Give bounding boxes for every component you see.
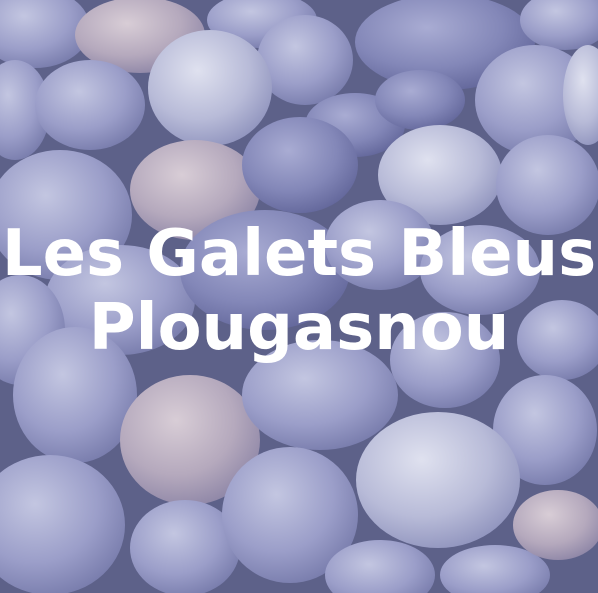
- pebble: [375, 70, 465, 130]
- title-line-1: Les Galets Bleus: [1, 217, 597, 291]
- pebble: [35, 60, 145, 150]
- overlay-title: Les Galets Bleus Plougasnou: [0, 222, 598, 360]
- pebble: [356, 412, 520, 548]
- image-canvas: Les Galets Bleus Plougasnou: [0, 0, 598, 593]
- pebble: [242, 117, 358, 213]
- pebble: [148, 30, 272, 146]
- title-line-2: Plougasnou: [88, 291, 510, 365]
